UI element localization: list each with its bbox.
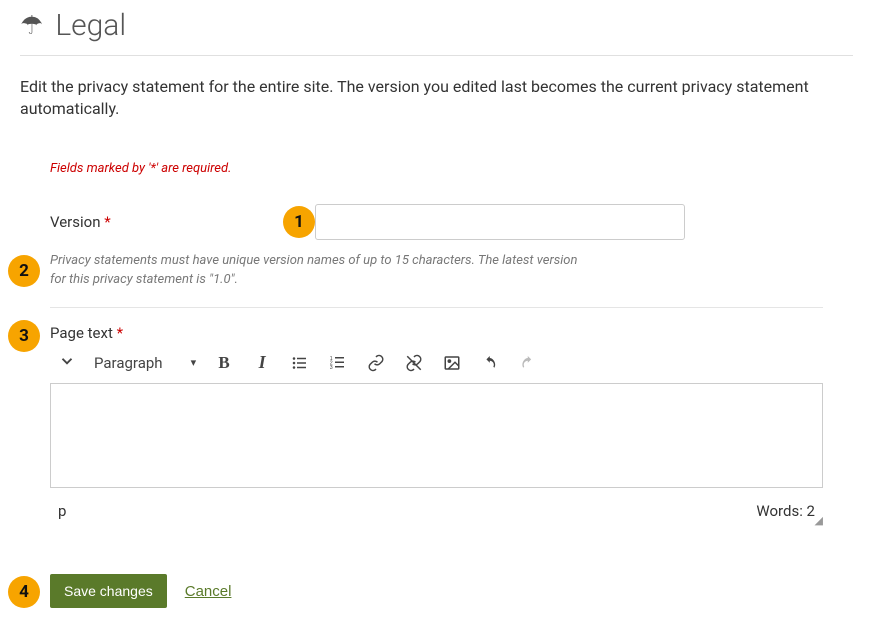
redo-button[interactable] xyxy=(518,353,538,373)
required-asterisk: * xyxy=(117,324,123,342)
page-title: Legal xyxy=(55,8,126,43)
cancel-button[interactable]: Cancel xyxy=(185,583,232,600)
resize-handle-icon[interactable]: ◢ xyxy=(811,514,823,526)
word-count: Words: 2 xyxy=(756,502,815,520)
format-select[interactable]: Paragraph ▾ xyxy=(94,354,196,372)
callout-1: 1 xyxy=(283,206,315,238)
chevron-down-icon: ▾ xyxy=(191,356,197,369)
toolbar-toggle-icon[interactable] xyxy=(58,352,76,373)
page-text-label: Page text * xyxy=(50,324,823,342)
version-field: Version * 1 xyxy=(50,204,823,240)
form-actions: 4 Save changes Cancel xyxy=(50,574,823,608)
bold-button[interactable]: B xyxy=(214,353,234,373)
umbrella-icon: ☂ xyxy=(20,11,43,41)
undo-button[interactable] xyxy=(480,353,500,373)
editor-path: p xyxy=(58,502,66,520)
version-help-text: Privacy statements must have unique vers… xyxy=(50,252,590,290)
editor-footer: p Words: 2 ◢ xyxy=(50,488,823,524)
bullet-list-button[interactable] xyxy=(290,353,310,373)
link-button[interactable] xyxy=(366,353,386,373)
svg-text:3: 3 xyxy=(330,365,333,371)
version-input[interactable] xyxy=(315,204,685,240)
callout-2: 2 xyxy=(8,255,40,287)
page-description: Edit the privacy statement for the entir… xyxy=(20,56,853,141)
editor-textarea[interactable] xyxy=(50,383,823,488)
italic-button[interactable]: I xyxy=(252,353,272,373)
save-button[interactable]: Save changes xyxy=(50,574,167,608)
image-button[interactable] xyxy=(442,353,462,373)
unlink-button[interactable] xyxy=(404,353,424,373)
required-asterisk: * xyxy=(104,213,110,231)
callout-3: 3 xyxy=(8,320,40,352)
page-header: ☂ Legal xyxy=(20,0,853,56)
editor-toolbar: Paragraph ▾ B I 123 xyxy=(50,348,823,377)
separator xyxy=(50,307,823,308)
version-label: Version * xyxy=(50,213,315,231)
callout-4: 4 xyxy=(8,576,40,608)
required-fields-note: Fields marked by '*' are required. xyxy=(50,161,823,176)
rich-text-editor: Paragraph ▾ B I 123 xyxy=(50,348,823,524)
form: Fields marked by '*' are required. Versi… xyxy=(20,141,853,609)
number-list-button[interactable]: 123 xyxy=(328,353,348,373)
